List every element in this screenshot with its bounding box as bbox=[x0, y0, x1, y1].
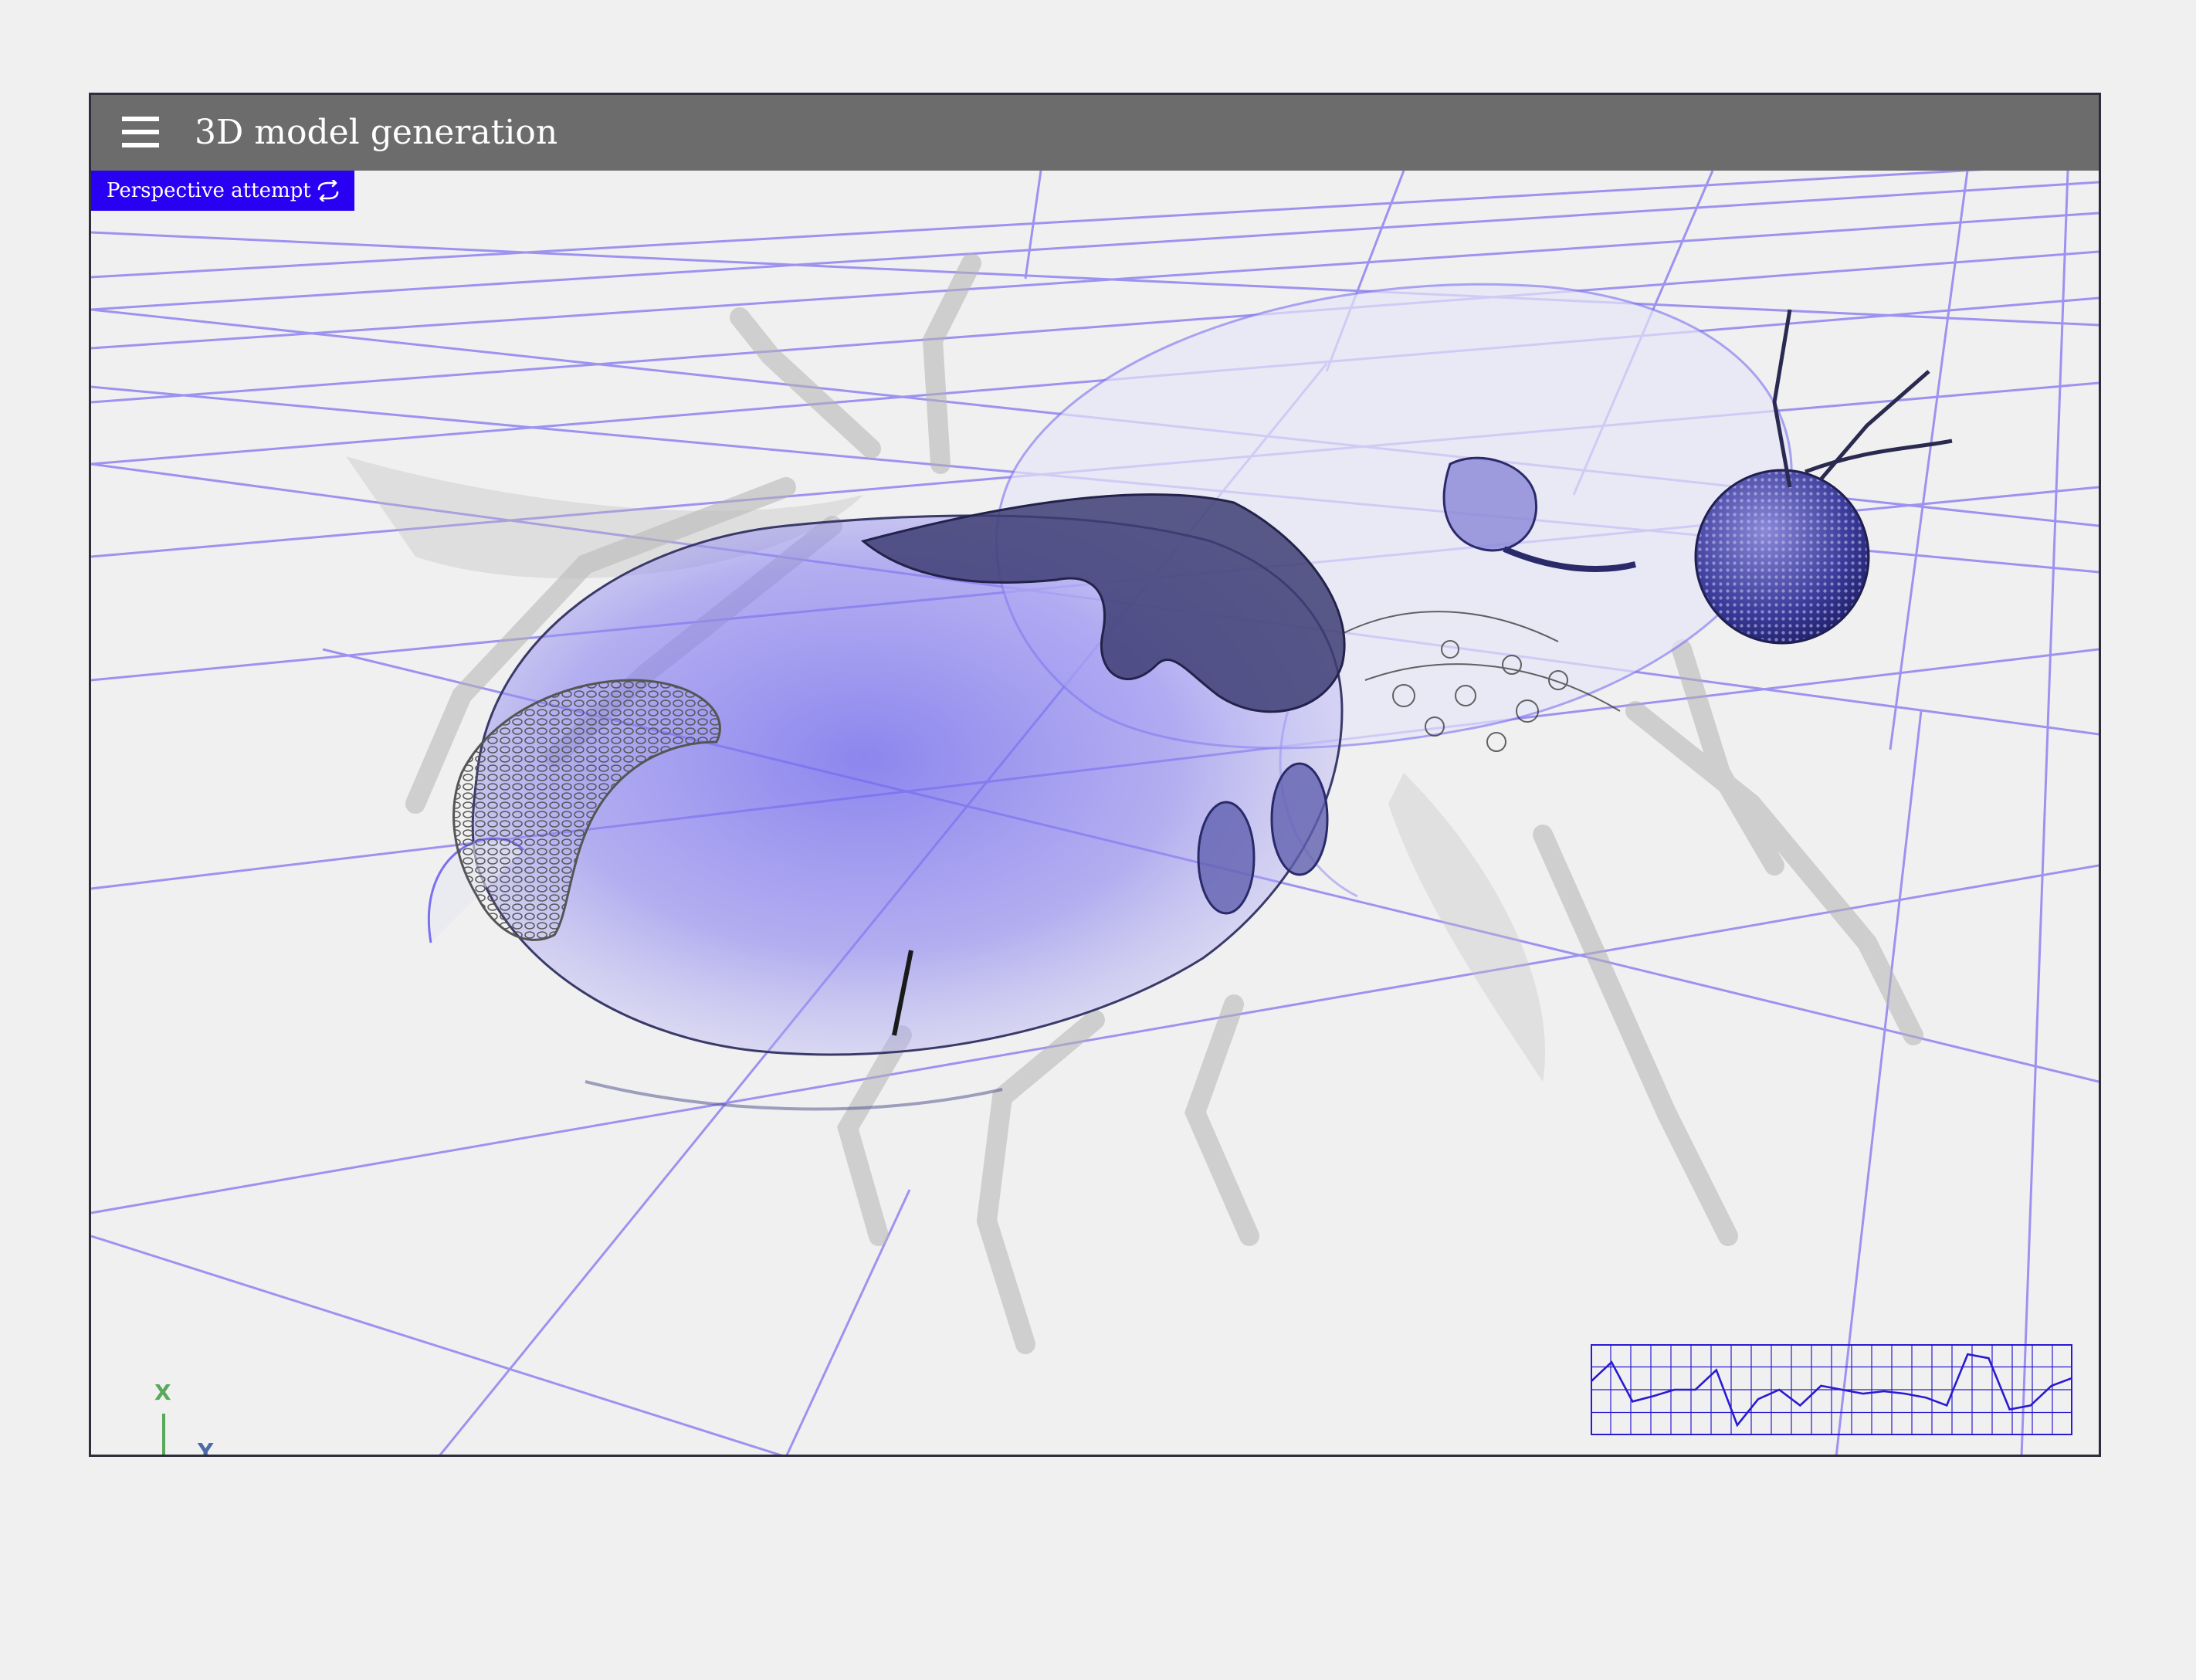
insect-eye bbox=[1694, 469, 1870, 645]
3d-viewport[interactable]: Perspective attempt X Y Z bbox=[91, 171, 2099, 1457]
hamburger-menu-icon[interactable] bbox=[120, 112, 162, 154]
x-axis-label: X bbox=[154, 1380, 171, 1405]
y-axis-label: Y bbox=[198, 1438, 214, 1457]
scene-canvas[interactable] bbox=[91, 171, 2099, 1457]
performance-sparkline bbox=[1591, 1344, 2072, 1435]
view-mode-toggle[interactable]: Perspective attempt bbox=[91, 171, 354, 211]
app-title: 3D model generation bbox=[195, 113, 558, 152]
cycle-icon[interactable] bbox=[314, 180, 342, 202]
title-bar: 3D model generation bbox=[91, 95, 2099, 171]
view-mode-label: Perspective attempt bbox=[107, 179, 311, 202]
axis-gizmo[interactable]: X Y Z bbox=[145, 1360, 269, 1457]
app-window: 3D model generation Perspective attempt … bbox=[89, 93, 2101, 1457]
